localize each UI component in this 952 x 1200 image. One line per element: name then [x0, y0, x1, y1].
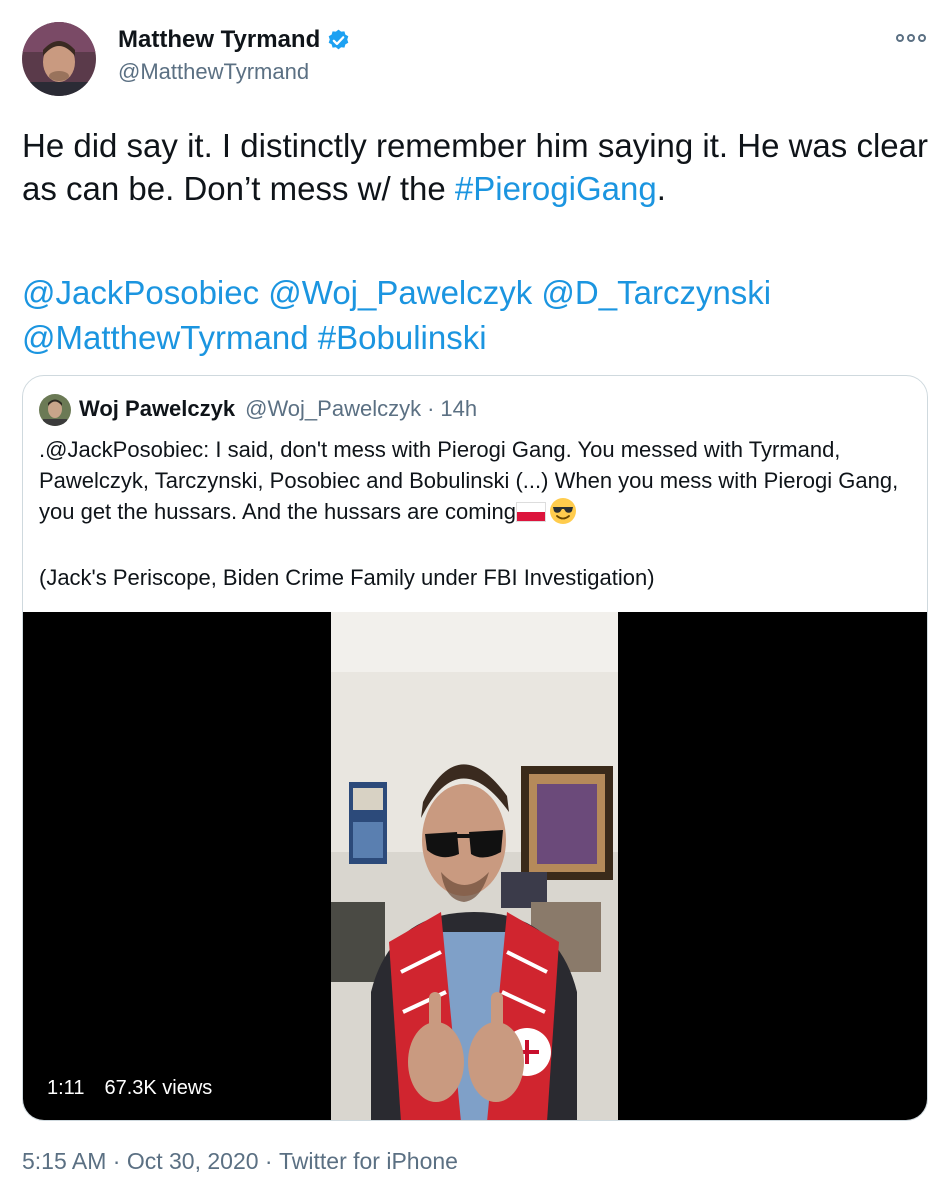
tweet-footer: 5:15 AM · Oct 30, 2020 · Twitter for iPh…: [22, 1148, 458, 1175]
quoted-author-name[interactable]: Woj Pawelczyk: [79, 396, 235, 422]
separator: ·: [258, 1148, 279, 1174]
tweet-text: He did say it. I distinctly remember him…: [22, 124, 932, 210]
video-duration: 1:11: [47, 1077, 85, 1099]
more-options-icon[interactable]: [896, 30, 926, 46]
tweet-date[interactable]: Oct 30, 2020: [127, 1148, 259, 1175]
profile-photo-icon: [39, 394, 71, 426]
quoted-author-handle[interactable]: @Woj_Pawelczyk: [245, 396, 421, 422]
video-meta: 1:11 67.3K views: [47, 1077, 212, 1100]
tweet-time[interactable]: 5:15 AM: [22, 1148, 106, 1175]
quoted-text-secondary: (Jack's Periscope, Biden Crime Family un…: [39, 565, 655, 590]
profile-photo-icon: [22, 22, 96, 96]
tweet-source[interactable]: Twitter for iPhone: [279, 1148, 458, 1175]
quoted-tweet[interactable]: Woj Pawelczyk @Woj_Pawelczyk · 14h .@Jac…: [22, 375, 928, 1121]
mention-link[interactable]: @D_Tarczynski: [541, 274, 771, 311]
author-avatar[interactable]: [22, 22, 96, 96]
poland-flag-emoji-icon: [515, 502, 546, 522]
tweet-card: Matthew Tyrmand @MatthewTyrmand He did s…: [0, 0, 952, 1200]
quoted-header: Woj Pawelczyk @Woj_Pawelczyk · 14h: [79, 396, 477, 422]
quoted-text: .@JackPosobiec: I said, don't mess with …: [39, 434, 919, 527]
video-views: 67.3K views: [104, 1077, 213, 1099]
tweet-text-end: .: [656, 170, 666, 207]
video-player[interactable]: 1:11 67.3K views: [23, 612, 927, 1120]
separator: ·: [106, 1148, 127, 1174]
video-frame[interactable]: [331, 612, 618, 1120]
verified-badge-icon: [328, 29, 349, 49]
mention-link[interactable]: @Woj_Pawelczyk: [268, 274, 532, 311]
hashtag-link[interactable]: #Bobulinski: [318, 319, 487, 356]
mention-link[interactable]: @JackPosobiec: [22, 274, 259, 311]
author-name[interactable]: Matthew Tyrmand: [118, 26, 351, 54]
quoted-author-avatar[interactable]: [39, 394, 71, 426]
quoted-timestamp[interactable]: 14h: [440, 396, 477, 422]
hashtag-link[interactable]: #PierogiGang: [455, 170, 657, 207]
quoted-text-body: .@JackPosobiec: I said, don't mess with …: [39, 437, 899, 524]
author-handle[interactable]: @MatthewTyrmand: [118, 59, 309, 85]
mentions-line: @JackPosobiec @Woj_Pawelczyk @D_Tarczyns…: [22, 270, 932, 360]
smiling-face-with-sunglasses-emoji-icon: [549, 498, 576, 524]
mention-link[interactable]: @MatthewTyrmand: [22, 319, 309, 356]
separator: ·: [427, 396, 435, 421]
author-name-text: Matthew Tyrmand: [118, 26, 321, 53]
video-thumbnail: [331, 612, 618, 1120]
